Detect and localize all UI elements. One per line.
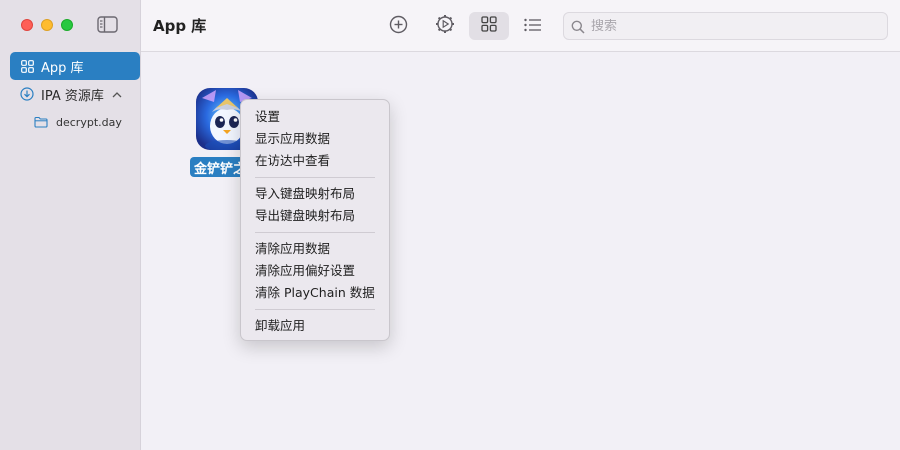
- sidebar-toggle-icon[interactable]: [97, 16, 118, 33]
- sidebar-subitem-label: decrypt.day: [56, 115, 122, 129]
- sidebar: App 库 IPA 资源库 decrypt.day: [0, 0, 141, 450]
- sidebar-subitem-decrypt-day[interactable]: decrypt.day: [34, 114, 122, 130]
- menu-item-settings[interactable]: 设置: [241, 106, 389, 128]
- menu-item-uninstall-app[interactable]: 卸载应用: [241, 315, 389, 337]
- add-app-button[interactable]: [378, 12, 418, 40]
- app-window: App 库 IPA 资源库 decrypt.day App 库 搜索 金铲铲之战…: [0, 0, 900, 450]
- grid-icon: [19, 58, 35, 74]
- sidebar-item-app-library[interactable]: App 库: [10, 52, 140, 80]
- context-menu: 设置 显示应用数据 在访达中查看 导入键盘映射布局 导出键盘映射布局 清除应用数…: [240, 99, 390, 341]
- sidebar-item-ipa-library[interactable]: IPA 资源库: [10, 80, 140, 108]
- page-title: App 库: [153, 17, 207, 35]
- menu-item-show-app-data[interactable]: 显示应用数据: [241, 128, 389, 150]
- search-input[interactable]: [591, 18, 871, 34]
- menu-item-import-keymap[interactable]: 导入键盘映射布局: [241, 183, 389, 205]
- menu-item-export-keymap[interactable]: 导出键盘映射布局: [241, 205, 389, 227]
- zoom-window-button[interactable]: [61, 19, 73, 31]
- plus-circle-icon: [389, 15, 408, 38]
- grid-view-icon: [481, 16, 497, 36]
- minimize-window-button[interactable]: [41, 19, 53, 31]
- menu-item-show-in-finder[interactable]: 在访达中查看: [241, 150, 389, 172]
- sidebar-item-label: IPA 资源库: [41, 88, 104, 104]
- menu-separator: [255, 232, 375, 233]
- gear-play-icon: [435, 14, 455, 38]
- grid-view-button[interactable]: [469, 12, 509, 40]
- menu-item-clear-app-data[interactable]: 清除应用数据: [241, 238, 389, 260]
- folder-icon: [34, 116, 48, 128]
- toolbar: App 库: [141, 0, 900, 52]
- download-circle-icon: [19, 86, 35, 102]
- menu-separator: [255, 177, 375, 178]
- search-field[interactable]: [563, 12, 888, 40]
- close-window-button[interactable]: [21, 19, 33, 31]
- list-view-icon: [524, 17, 542, 36]
- search-icon: [571, 19, 585, 34]
- chevron-up-icon[interactable]: [112, 91, 122, 98]
- play-settings-button[interactable]: [425, 12, 465, 40]
- sidebar-item-label: App 库: [41, 60, 84, 76]
- menu-item-clear-playchain-data[interactable]: 清除 PlayChain 数据: [241, 282, 389, 304]
- menu-separator: [255, 309, 375, 310]
- list-view-button[interactable]: [513, 12, 553, 40]
- menu-item-clear-preferences[interactable]: 清除应用偏好设置: [241, 260, 389, 282]
